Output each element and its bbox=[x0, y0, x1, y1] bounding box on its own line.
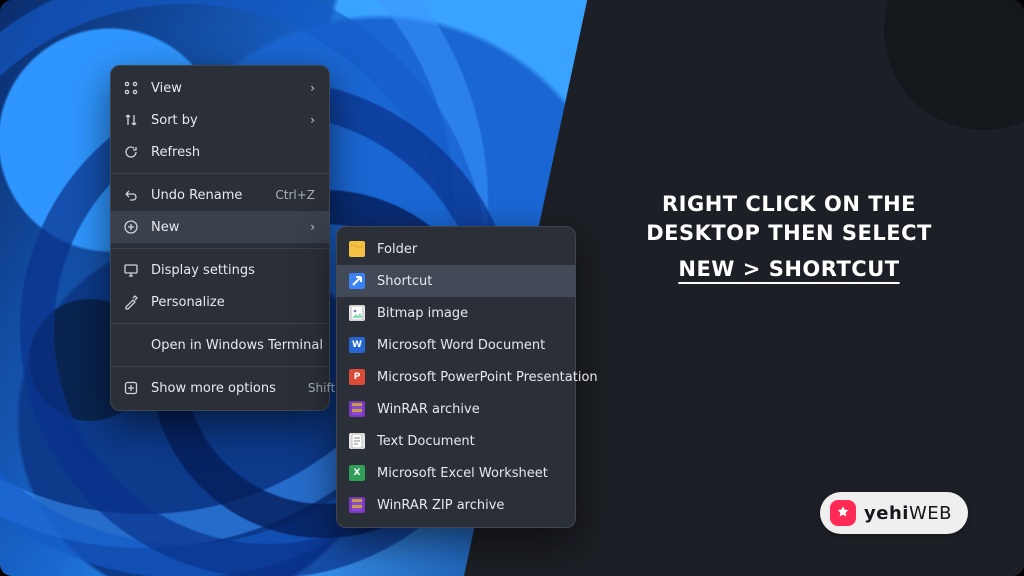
text-document-icon bbox=[349, 433, 365, 449]
menu-label: Undo Rename bbox=[151, 188, 243, 203]
personalize-icon bbox=[123, 294, 139, 310]
menu-separator bbox=[111, 366, 329, 367]
excel-icon: X bbox=[349, 465, 365, 481]
menu-label: Personalize bbox=[151, 295, 315, 310]
menu-item-personalize[interactable]: Personalize bbox=[111, 286, 329, 318]
submenu-item-bitmap[interactable]: Bitmap image bbox=[337, 297, 575, 329]
display-icon bbox=[123, 262, 139, 278]
brand-badge: yehiWEB bbox=[820, 492, 968, 534]
menu-item-display-settings[interactable]: Display settings bbox=[111, 254, 329, 286]
submenu-label: Bitmap image bbox=[377, 306, 561, 321]
menu-label: View bbox=[151, 81, 278, 96]
submenu-item-winrar[interactable]: WinRAR archive bbox=[337, 393, 575, 425]
instruction-text: RIGHT CLICK ON THE DESKTOP THEN SELECT N… bbox=[624, 190, 954, 284]
menu-item-sort-by[interactable]: Sort by › bbox=[111, 104, 329, 136]
submenu-label: Microsoft Excel Worksheet bbox=[377, 466, 561, 481]
menu-label: Show more options bbox=[151, 381, 276, 396]
refresh-icon bbox=[123, 144, 139, 160]
new-submenu: Folder Shortcut Bitmap image W Microsoft… bbox=[336, 226, 576, 528]
menu-separator bbox=[111, 248, 329, 249]
shortcut-icon bbox=[349, 273, 365, 289]
bitmap-icon bbox=[349, 305, 365, 321]
menu-item-refresh[interactable]: Refresh bbox=[111, 136, 329, 168]
submenu-label: Shortcut bbox=[377, 274, 561, 289]
powerpoint-icon: P bbox=[349, 369, 365, 385]
menu-item-new[interactable]: New › bbox=[111, 211, 329, 243]
winrar-icon bbox=[349, 401, 365, 417]
submenu-label: WinRAR ZIP archive bbox=[377, 498, 561, 513]
submenu-item-word[interactable]: W Microsoft Word Document bbox=[337, 329, 575, 361]
submenu-label: WinRAR archive bbox=[377, 402, 561, 417]
desktop-context-menu: View › Sort by › Refresh Undo Rename Ctr… bbox=[110, 65, 330, 411]
chevron-right-icon: › bbox=[310, 81, 315, 95]
chevron-right-icon: › bbox=[310, 113, 315, 127]
sort-icon bbox=[123, 112, 139, 128]
instruction-emphasis: NEW > SHORTCUT bbox=[678, 255, 899, 284]
view-grid-icon bbox=[123, 80, 139, 96]
submenu-label: Microsoft Word Document bbox=[377, 338, 561, 353]
menu-separator bbox=[111, 173, 329, 174]
menu-label: Sort by bbox=[151, 113, 278, 128]
submenu-item-text[interactable]: Text Document bbox=[337, 425, 575, 457]
menu-label: Open in Windows Terminal bbox=[151, 338, 323, 353]
instruction-line2: DESKTOP THEN SELECT bbox=[646, 221, 932, 245]
menu-label: Refresh bbox=[151, 145, 315, 160]
menu-item-show-more[interactable]: Show more options Shift+F10 bbox=[111, 372, 329, 404]
brand-name: yehiWEB bbox=[864, 503, 952, 524]
menu-separator bbox=[111, 323, 329, 324]
word-icon: W bbox=[349, 337, 365, 353]
submenu-item-powerpoint[interactable]: P Microsoft PowerPoint Presentation bbox=[337, 361, 575, 393]
submenu-label: Folder bbox=[377, 242, 561, 257]
tutorial-card: View › Sort by › Refresh Undo Rename Ctr… bbox=[0, 0, 1024, 576]
menu-item-view[interactable]: View › bbox=[111, 72, 329, 104]
menu-shortcut: Ctrl+Z bbox=[275, 188, 315, 202]
menu-label: New bbox=[151, 220, 278, 235]
chevron-right-icon: › bbox=[310, 220, 315, 234]
more-options-icon bbox=[123, 380, 139, 396]
submenu-item-excel[interactable]: X Microsoft Excel Worksheet bbox=[337, 457, 575, 489]
blank-icon bbox=[123, 337, 139, 353]
submenu-label: Text Document bbox=[377, 434, 561, 449]
menu-item-open-terminal[interactable]: Open in Windows Terminal bbox=[111, 329, 329, 361]
brand-logo-icon bbox=[830, 500, 856, 526]
menu-label: Display settings bbox=[151, 263, 315, 278]
folder-icon bbox=[349, 241, 365, 257]
new-icon bbox=[123, 219, 139, 235]
winrar-zip-icon bbox=[349, 497, 365, 513]
submenu-item-winrar-zip[interactable]: WinRAR ZIP archive bbox=[337, 489, 575, 521]
submenu-item-shortcut[interactable]: Shortcut bbox=[337, 265, 575, 297]
undo-icon bbox=[123, 187, 139, 203]
submenu-item-folder[interactable]: Folder bbox=[337, 233, 575, 265]
instruction-line1: RIGHT CLICK ON THE bbox=[662, 192, 916, 216]
submenu-label: Microsoft PowerPoint Presentation bbox=[377, 370, 598, 385]
menu-item-undo-rename[interactable]: Undo Rename Ctrl+Z bbox=[111, 179, 329, 211]
